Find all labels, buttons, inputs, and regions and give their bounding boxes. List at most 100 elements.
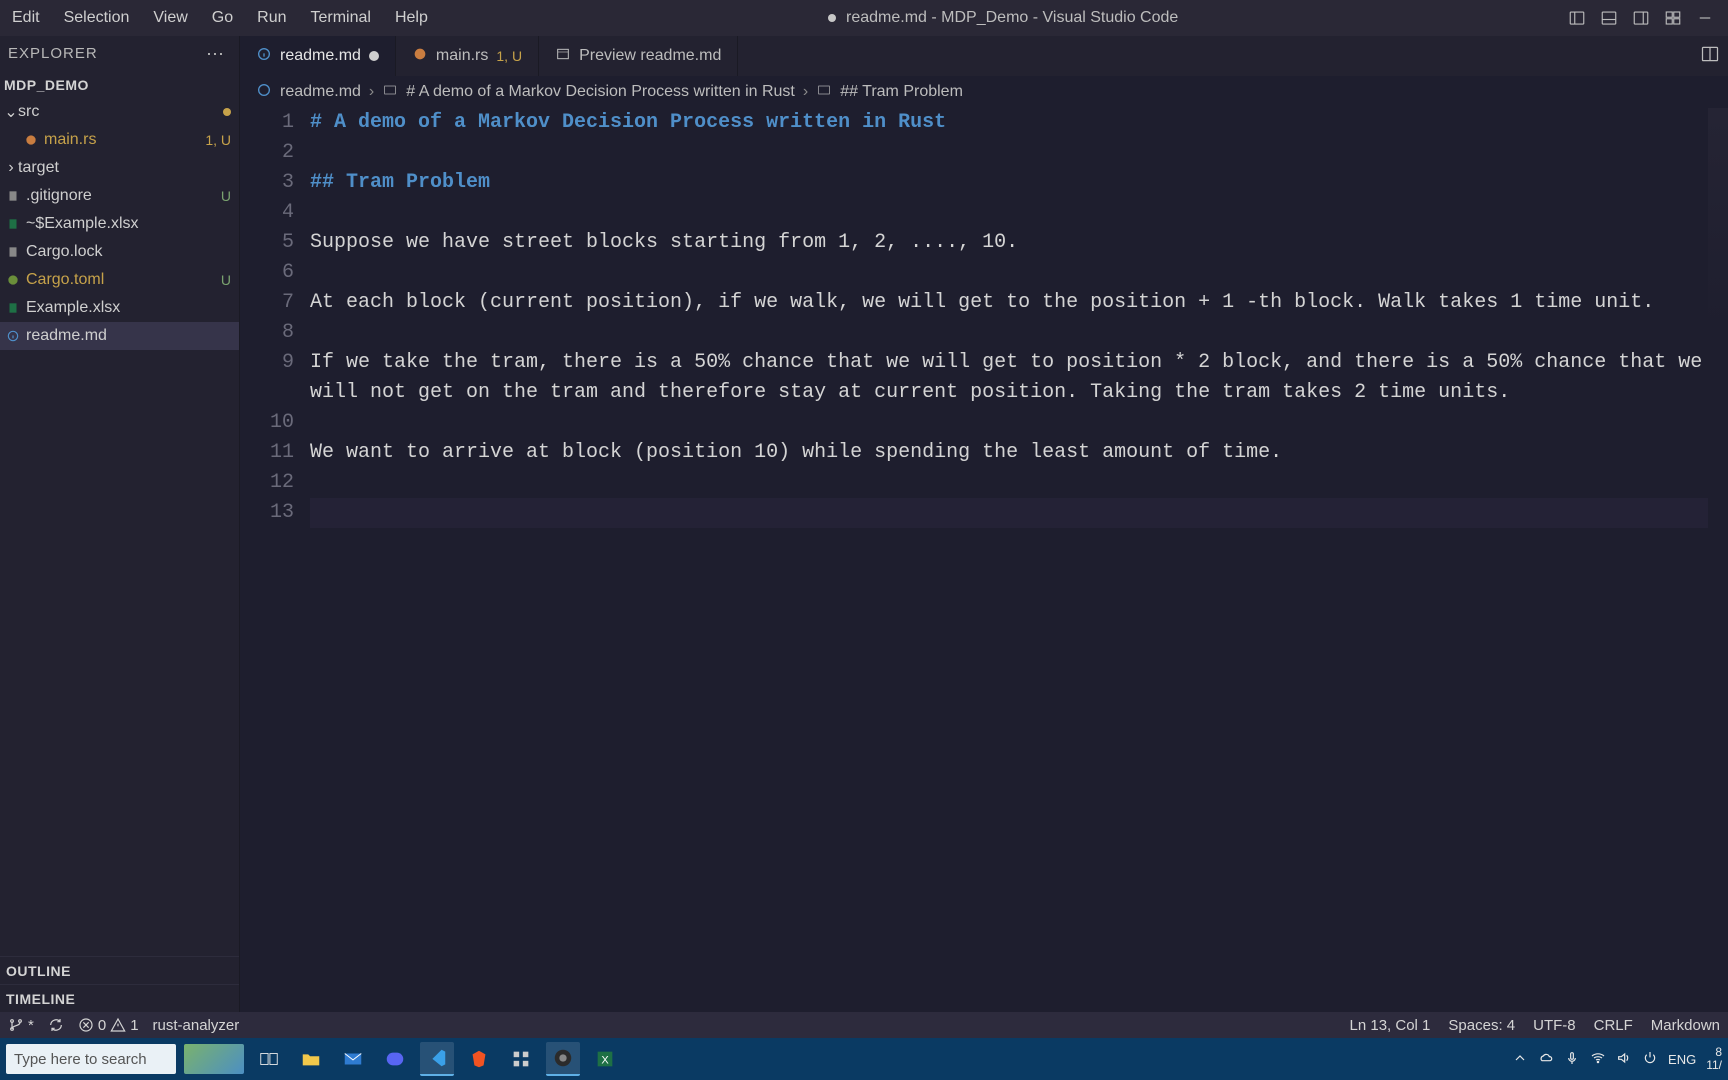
error-icon: [78, 1017, 94, 1033]
sidebar-timeline[interactable]: TIMELINE: [0, 984, 239, 1012]
tree-file-example-xlsx[interactable]: Example.xlsx: [0, 294, 239, 322]
code-line[interactable]: [310, 408, 1708, 438]
task-view-icon[interactable]: [252, 1042, 286, 1076]
status-encoding[interactable]: UTF-8: [1533, 1017, 1576, 1034]
sidebar-outline[interactable]: OUTLINE: [0, 956, 239, 984]
tree-file-cargo-lock[interactable]: Cargo.lock: [0, 238, 239, 266]
sidebar-project-name[interactable]: MDP_DEMO: [0, 72, 239, 98]
breadcrumbs[interactable]: readme.md › # A demo of a Markov Decisio…: [240, 76, 1728, 108]
status-errors: 0: [98, 1017, 106, 1034]
code-line[interactable]: [310, 318, 1708, 348]
git-modified-dot-icon: [223, 108, 231, 116]
menu-help[interactable]: Help: [383, 0, 440, 36]
title-bar-actions: [1566, 7, 1728, 29]
code-line[interactable]: If we take the tram, there is a 50% chan…: [310, 348, 1708, 408]
tab-git-status: 1, U: [496, 48, 522, 64]
file-explorer-icon[interactable]: [294, 1042, 328, 1076]
tab-preview-readme[interactable]: Preview readme.md: [539, 36, 738, 76]
windows-taskbar: Type here to search X ENG 8 11/: [0, 1038, 1728, 1080]
layout-panel-icon[interactable]: [1598, 7, 1620, 29]
discord-icon[interactable]: [378, 1042, 412, 1076]
obs-icon[interactable]: [546, 1042, 580, 1076]
chevron-down-icon: ⌄: [4, 102, 18, 122]
code-line[interactable]: [310, 498, 1708, 528]
code-editor[interactable]: 123456789 10111213 # A demo of a Markov …: [240, 108, 1728, 1012]
mail-icon[interactable]: [336, 1042, 370, 1076]
tray-clock[interactable]: 8 11/: [1706, 1046, 1722, 1072]
sidebar-collapsed-panels: OUTLINE TIMELINE: [0, 956, 239, 1012]
tree-file-gitignore[interactable]: .gitignore U: [0, 182, 239, 210]
line-number: 12: [240, 468, 294, 498]
menu-go[interactable]: Go: [200, 0, 245, 36]
chevron-right-icon: ›: [4, 159, 18, 177]
code-content[interactable]: # A demo of a Markov Decision Process wr…: [310, 108, 1728, 1012]
code-line[interactable]: [310, 138, 1708, 168]
status-rust-analyzer[interactable]: rust-analyzer: [153, 1017, 240, 1034]
tray-mic-icon[interactable]: [1564, 1050, 1580, 1069]
tree-folder-src[interactable]: ⌄ src: [0, 98, 239, 126]
breadcrumb-h2[interactable]: ## Tram Problem: [840, 83, 963, 101]
tree-file-cargo-toml[interactable]: Cargo.toml U: [0, 266, 239, 294]
tab-label: readme.md: [280, 47, 361, 65]
tree-file-readme-md[interactable]: readme.md: [0, 322, 239, 350]
tree-folder-target[interactable]: › target: [0, 154, 239, 182]
code-line[interactable]: # A demo of a Markov Decision Process wr…: [310, 108, 1708, 138]
code-line[interactable]: We want to arrive at block (position 10)…: [310, 438, 1708, 468]
code-line[interactable]: [310, 258, 1708, 288]
rust-file-icon: [22, 133, 40, 147]
tab-readme-md[interactable]: readme.md: [240, 36, 396, 76]
layout-secondary-sidebar-icon[interactable]: [1630, 7, 1652, 29]
chevron-right-icon: ›: [803, 83, 808, 101]
status-bar: * 0 1 rust-analyzer Ln 13, Col 1 Spaces:…: [0, 1012, 1728, 1038]
status-sync[interactable]: [48, 1017, 64, 1033]
status-warnings: 1: [130, 1017, 138, 1034]
tray-language[interactable]: ENG: [1668, 1052, 1696, 1067]
menu-terminal[interactable]: Terminal: [299, 0, 383, 36]
menu-view[interactable]: View: [141, 0, 199, 36]
menu-edit[interactable]: Edit: [0, 0, 52, 36]
brave-icon[interactable]: [462, 1042, 496, 1076]
taskbar-news-widget[interactable]: [184, 1044, 244, 1074]
tray-onedrive-icon[interactable]: [1538, 1050, 1554, 1069]
breadcrumb-h1[interactable]: # A demo of a Markov Decision Process wr…: [406, 83, 795, 101]
sidebar-more-icon[interactable]: ⋯: [206, 36, 231, 72]
tree-label: Cargo.lock: [26, 243, 231, 261]
layout-primary-sidebar-icon[interactable]: [1566, 7, 1588, 29]
vscode-icon[interactable]: [420, 1042, 454, 1076]
menu-run[interactable]: Run: [245, 0, 298, 36]
code-line[interactable]: ## Tram Problem: [310, 168, 1708, 198]
tray-volume-icon[interactable]: [1616, 1050, 1632, 1069]
editor-group: readme.md main.rs 1, U Preview readme.md…: [240, 36, 1728, 1012]
chevron-right-icon: ›: [369, 83, 374, 101]
tray-chevron-up-icon[interactable]: [1512, 1050, 1528, 1069]
tree-file-xlsx-temp[interactable]: ~$Example.xlsx: [0, 210, 239, 238]
menu-selection[interactable]: Selection: [52, 0, 142, 36]
tab-main-rs[interactable]: main.rs 1, U: [396, 36, 539, 76]
line-number: 3: [240, 168, 294, 198]
tree-label: ~$Example.xlsx: [26, 215, 231, 233]
window-minimize[interactable]: [1694, 7, 1716, 29]
tree-label: readme.md: [26, 327, 231, 345]
git-status-badge: U: [221, 272, 231, 288]
status-problems[interactable]: 0 1: [78, 1017, 139, 1034]
code-line[interactable]: At each block (current position), if we …: [310, 288, 1708, 318]
tray-power-icon[interactable]: [1642, 1050, 1658, 1069]
tray-wifi-icon[interactable]: [1590, 1050, 1606, 1069]
line-number: 5: [240, 228, 294, 258]
minimap[interactable]: [1708, 108, 1728, 1012]
status-spaces[interactable]: Spaces: 4: [1448, 1017, 1515, 1034]
taskbar-search[interactable]: Type here to search: [6, 1044, 176, 1074]
status-branch[interactable]: *: [8, 1017, 34, 1034]
breadcrumb-file[interactable]: readme.md: [280, 83, 361, 101]
layout-customize-icon[interactable]: [1662, 7, 1684, 29]
status-language[interactable]: Markdown: [1651, 1017, 1720, 1034]
app-grid-icon[interactable]: [504, 1042, 538, 1076]
status-cursor-pos[interactable]: Ln 13, Col 1: [1350, 1017, 1431, 1034]
status-eol[interactable]: CRLF: [1594, 1017, 1633, 1034]
code-line[interactable]: Suppose we have street blocks starting f…: [310, 228, 1708, 258]
code-line[interactable]: [310, 468, 1708, 498]
excel-icon[interactable]: X: [588, 1042, 622, 1076]
tree-file-main-rs[interactable]: main.rs 1, U: [0, 126, 239, 154]
code-line[interactable]: [310, 198, 1708, 228]
open-preview-side-icon[interactable]: [1700, 44, 1720, 69]
